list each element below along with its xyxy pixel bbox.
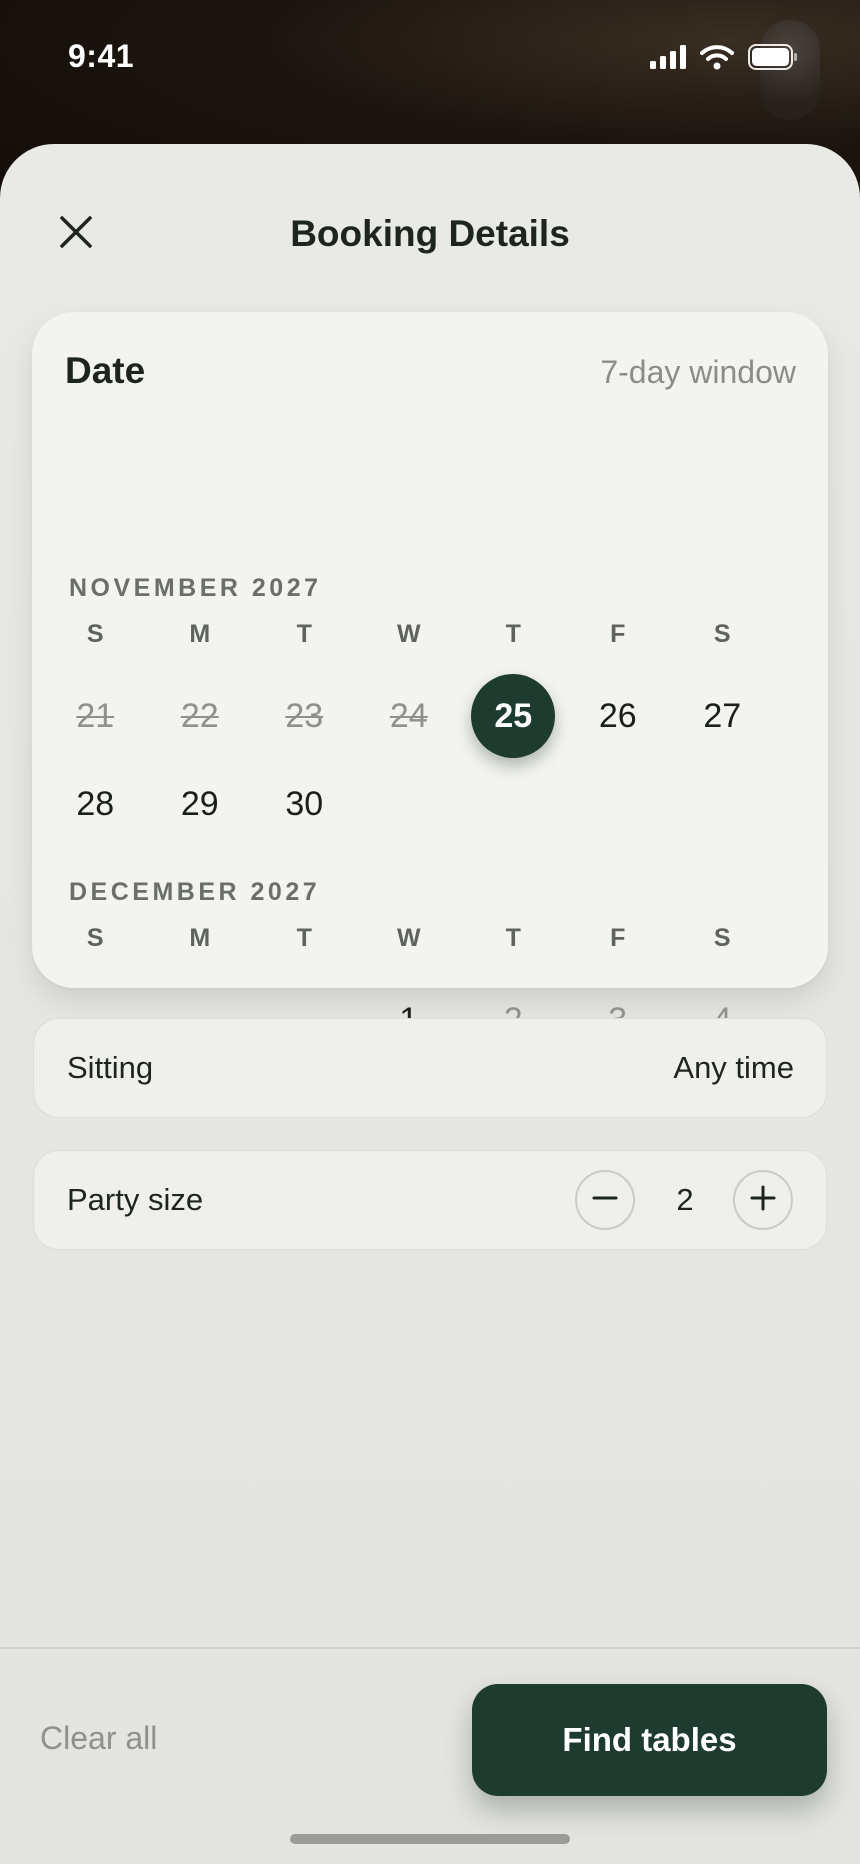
day-number: 30 bbox=[285, 784, 324, 823]
weekday-label: S bbox=[713, 924, 731, 952]
calendar-empty-cell bbox=[566, 762, 671, 846]
calendar-day-disabled: 22 bbox=[148, 674, 253, 758]
booking-sheet: Booking Details Date 7-day window NOVEMB… bbox=[0, 144, 860, 1864]
month-title: NOVEMBER 2027 bbox=[69, 574, 322, 602]
date-card: Date 7-day window NOVEMBER 2027 SMTWTFS … bbox=[32, 312, 828, 1039]
day-number: 24 bbox=[389, 696, 428, 735]
week-row: 21 22 23 24 25 26 27 bbox=[43, 674, 775, 758]
weekday-label: M bbox=[189, 924, 211, 952]
weekday-label: W bbox=[396, 924, 421, 952]
calendar-day-disabled: 24 bbox=[357, 674, 462, 758]
weekday-label: T bbox=[505, 620, 521, 648]
sitting-value: Any time bbox=[673, 1050, 794, 1085]
calendar-day-available[interactable]: 28 bbox=[43, 762, 148, 846]
calendar-empty-cell bbox=[357, 762, 462, 846]
weekday-label: S bbox=[86, 620, 104, 648]
weekday-label: W bbox=[396, 620, 421, 648]
day-number: 23 bbox=[285, 696, 324, 735]
date-window-label: 7-day window bbox=[600, 354, 796, 390]
clear-all-button[interactable]: Clear all bbox=[40, 1720, 157, 1757]
weekday-label: S bbox=[86, 924, 104, 952]
home-indicator bbox=[290, 1834, 570, 1844]
find-tables-button[interactable]: Find tables bbox=[472, 1684, 827, 1796]
weekday-label: T bbox=[296, 620, 312, 648]
status-time: 9:41 bbox=[68, 38, 135, 74]
weekday-row: SMTWTFS bbox=[43, 618, 775, 650]
weekday-label: S bbox=[713, 620, 731, 648]
status-bar: 9:41 bbox=[0, 0, 860, 112]
weekday-label: T bbox=[296, 924, 312, 952]
calendar-day-available[interactable]: 27 bbox=[670, 674, 775, 758]
calendar-day-available[interactable]: 29 bbox=[148, 762, 253, 846]
wifi-icon bbox=[700, 44, 734, 75]
week-row: 28 29 30 bbox=[43, 762, 775, 846]
sitting-label: Sitting bbox=[67, 1050, 154, 1085]
increment-button[interactable] bbox=[733, 1170, 793, 1230]
decrement-button[interactable] bbox=[575, 1170, 635, 1230]
weekday-row: SMTWTFS bbox=[43, 922, 775, 954]
footer-divider bbox=[0, 1647, 860, 1649]
day-number: 29 bbox=[180, 784, 219, 823]
date-heading: Date bbox=[65, 350, 146, 391]
calendar-day-selected[interactable]: 25 bbox=[461, 674, 566, 758]
weekday-label: T bbox=[505, 924, 521, 952]
calendar-empty-cell bbox=[461, 762, 566, 846]
day-number: 22 bbox=[180, 696, 219, 735]
battery-icon bbox=[748, 44, 798, 75]
calendar-day-disabled: 21 bbox=[43, 674, 148, 758]
party-size-value: 2 bbox=[676, 1182, 694, 1217]
party-size-label: Party size bbox=[67, 1182, 204, 1217]
signal-icon bbox=[650, 45, 686, 74]
plus-icon bbox=[750, 1185, 776, 1216]
weekday-label: F bbox=[610, 924, 626, 952]
month-title: DECEMBER 2027 bbox=[69, 878, 321, 906]
day-number: 27 bbox=[703, 696, 742, 735]
day-number: 25 bbox=[471, 674, 556, 758]
page-title: Booking Details bbox=[290, 213, 570, 254]
weekday-label: M bbox=[189, 620, 211, 648]
day-number: 28 bbox=[76, 784, 115, 823]
status-icons bbox=[650, 44, 798, 75]
calendar-day-available[interactable]: 26 bbox=[566, 674, 671, 758]
day-number: 26 bbox=[598, 696, 637, 735]
calendar-day-disabled: 23 bbox=[252, 674, 357, 758]
day-number: 21 bbox=[76, 696, 115, 735]
sitting-row[interactable]: Sitting Any time bbox=[33, 1018, 827, 1118]
weekday-label: F bbox=[610, 620, 626, 648]
calendar-empty-cell bbox=[670, 762, 775, 846]
minus-icon bbox=[592, 1185, 618, 1216]
calendar-day-available[interactable]: 30 bbox=[252, 762, 357, 846]
party-size-row: Party size 2 bbox=[33, 1150, 827, 1250]
